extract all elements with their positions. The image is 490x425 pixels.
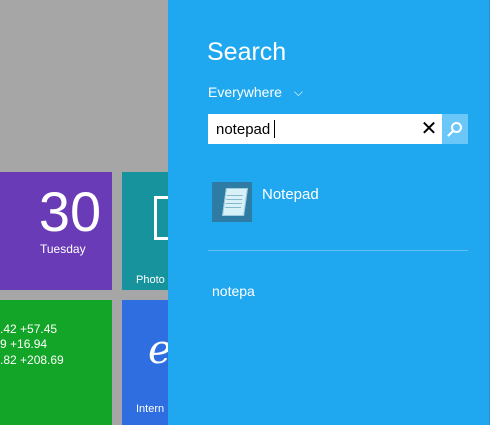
search-charm-pane: Search Everywhere ⌵ ✕ Notepad notepa xyxy=(168,0,490,425)
photos-tile-label: Photo xyxy=(136,274,165,286)
calendar-day: 30 xyxy=(38,180,102,243)
search-scope-dropdown[interactable]: Everywhere ⌵ xyxy=(208,84,303,101)
search-title: Search xyxy=(207,38,287,66)
search-submit-button[interactable] xyxy=(442,114,468,144)
clear-search-button[interactable]: ✕ xyxy=(418,114,440,144)
finance-line-1: .42 +57.45 xyxy=(0,322,58,336)
search-result-label: Notepad xyxy=(262,186,319,203)
magnifier-icon xyxy=(447,122,462,137)
notepad-icon xyxy=(212,182,252,222)
results-divider xyxy=(208,250,468,251)
finance-line-2: 9 +16.94 xyxy=(0,337,48,351)
search-input[interactable] xyxy=(208,114,414,144)
calendar-weekday: Tuesday xyxy=(40,242,86,256)
chevron-down-icon: ⌵ xyxy=(293,85,303,99)
text-caret xyxy=(274,120,275,138)
search-scope-label: Everywhere xyxy=(208,84,282,100)
search-suggestion[interactable]: notepa xyxy=(212,283,255,299)
finance-line-3: .82 +208.69 xyxy=(0,353,64,367)
search-result-notepad[interactable]: Notepad xyxy=(212,182,472,226)
internet-explorer-tile-label: Intern xyxy=(136,403,165,415)
search-box[interactable]: ✕ xyxy=(208,114,468,144)
